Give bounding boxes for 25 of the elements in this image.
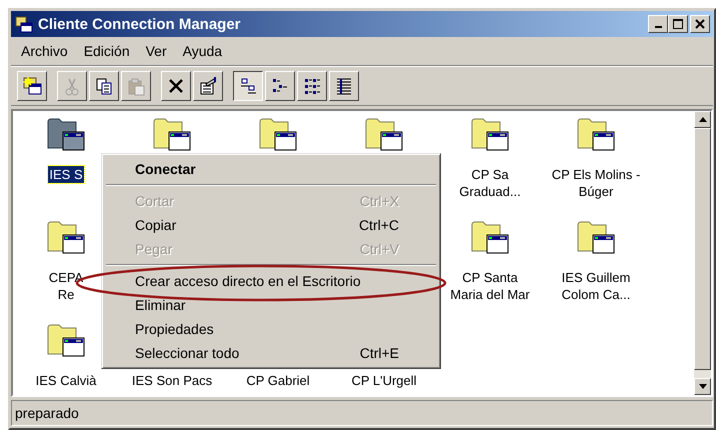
connection-name[interactable]: IES S xyxy=(48,166,84,183)
shortcut-text: Ctrl+X xyxy=(360,193,399,209)
menu-item[interactable]: Conectar xyxy=(105,157,437,181)
connection-name[interactable]: IES Guillem Colom Ca... xyxy=(560,269,632,303)
connection-name[interactable]: IES Calvià xyxy=(34,372,98,389)
shortcut-text: Ctrl+E xyxy=(360,345,399,361)
connection-name[interactable]: CEPA Re xyxy=(48,269,84,303)
connection-name[interactable]: CP Els Molins - Búger xyxy=(550,166,642,200)
connection-name[interactable]: CP L'Urgell xyxy=(350,372,418,389)
shortcut-text: Ctrl+C xyxy=(358,217,399,233)
menu-item[interactable]: Propiedades xyxy=(105,317,437,341)
menu-bar-item[interactable]: Edición xyxy=(78,41,136,61)
connection-name[interactable]: IES Son Pacs xyxy=(130,372,214,389)
status-text: preparado xyxy=(15,405,79,421)
menu-bar-item[interactable]: Ver xyxy=(140,41,173,61)
menu-bar-item[interactable]: Archivo xyxy=(15,41,74,61)
menu-item[interactable]: Eliminar xyxy=(105,293,437,317)
connection-name[interactable]: CP Sa Graduad... xyxy=(458,166,522,200)
connection-name[interactable]: CP Santa Maria del Mar xyxy=(449,269,531,303)
window-title: Cliente Connection Manager xyxy=(38,16,242,32)
menu-item[interactable]: Copiar Ctrl+C xyxy=(105,213,437,237)
shortcut-text: Ctrl+V xyxy=(360,241,399,257)
menu-bar-item[interactable]: Ayuda xyxy=(176,41,228,61)
connection-name[interactable]: CP Gabriel xyxy=(245,372,311,389)
menu-item[interactable]: Seleccionar todo Ctrl+E xyxy=(105,341,437,365)
